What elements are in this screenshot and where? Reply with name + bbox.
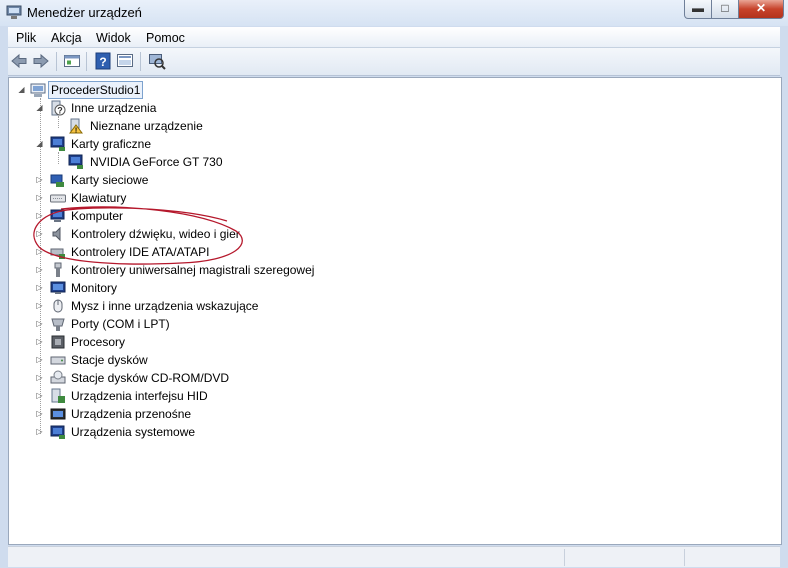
computer-icon xyxy=(50,209,65,222)
network-adapter-icon xyxy=(50,174,64,187)
tree-connector xyxy=(58,152,59,164)
expand-arrow-icon[interactable]: ▷ xyxy=(35,211,44,220)
unknown-device-icon: ? xyxy=(51,100,66,116)
back-icon[interactable] xyxy=(10,52,28,70)
maximize-icon: □ xyxy=(721,1,729,15)
window-title: Menedżer urządzeń xyxy=(27,5,142,20)
category-label: Monitory xyxy=(71,281,118,295)
collapse-arrow-icon[interactable]: ◢ xyxy=(17,85,26,94)
keyboard-icon xyxy=(50,194,66,203)
title-bar[interactable]: Menedżer urządzeń ▬ □ ✕ xyxy=(0,0,788,26)
status-divider xyxy=(684,549,685,566)
category-label: Porty (COM i LPT) xyxy=(71,317,170,331)
toolbar-separator xyxy=(86,52,87,71)
expand-arrow-icon[interactable]: ▷ xyxy=(35,301,44,310)
system-device-icon xyxy=(50,425,65,439)
category-label: Klawiatury xyxy=(71,191,127,205)
port-icon xyxy=(51,318,65,331)
svg-text:!: ! xyxy=(75,128,77,135)
toolbar-separator xyxy=(56,52,57,71)
category-label: Procesory xyxy=(71,335,126,349)
category-label: Kontrolery IDE ATA/ATAPI xyxy=(71,245,210,259)
device-label: Nieznane urządzenie xyxy=(90,119,203,133)
category-label: Urządzenia systemowe xyxy=(71,425,196,439)
expand-arrow-icon[interactable]: ▷ xyxy=(35,175,44,184)
expand-arrow-icon[interactable]: ▷ xyxy=(35,265,44,274)
expand-arrow-icon[interactable]: ▷ xyxy=(35,355,44,364)
display-adapter-icon xyxy=(50,136,65,151)
category-label: Karty graficzne xyxy=(71,137,152,151)
scan-hardware-icon[interactable] xyxy=(148,52,166,70)
expand-arrow-icon[interactable]: ▷ xyxy=(35,409,44,418)
expand-arrow-icon[interactable]: ▷ xyxy=(35,229,44,238)
expand-arrow-icon[interactable]: ▷ xyxy=(35,247,44,256)
category-label: Urządzenia przenośne xyxy=(71,407,192,421)
toolbar-separator xyxy=(140,52,141,71)
category-label: Stacje dysków xyxy=(71,353,148,367)
menu-widok[interactable]: Widok xyxy=(96,31,131,45)
expand-arrow-icon[interactable]: ▷ xyxy=(35,319,44,328)
menu-bar: Plik Akcja Widok Pomoc xyxy=(8,27,780,48)
category-label: Mysz i inne urządzenia wskazujące xyxy=(71,299,259,313)
speaker-icon xyxy=(52,226,61,242)
menu-akcja[interactable]: Akcja xyxy=(51,31,82,45)
collapse-arrow-icon[interactable]: ◢ xyxy=(35,139,44,148)
root-label[interactable]: ProcederStudio1 xyxy=(48,81,144,99)
forward-icon[interactable] xyxy=(32,52,50,70)
status-divider xyxy=(564,549,565,566)
expand-arrow-icon[interactable]: ▷ xyxy=(35,373,44,382)
expand-arrow-icon[interactable]: ▷ xyxy=(35,193,44,202)
ide-controller-icon xyxy=(50,248,65,259)
usb-icon xyxy=(54,262,62,277)
expand-arrow-icon[interactable]: ▷ xyxy=(35,283,44,292)
expand-arrow-icon[interactable]: ▷ xyxy=(35,337,44,346)
expand-arrow-icon[interactable]: ▷ xyxy=(35,427,44,436)
device-label: NVIDIA GeForce GT 730 xyxy=(90,155,223,169)
menu-plik[interactable]: Plik xyxy=(16,31,36,45)
portable-device-icon xyxy=(50,408,66,420)
hid-icon xyxy=(51,388,65,403)
toolbar: ? xyxy=(8,48,780,76)
status-bar xyxy=(8,546,780,567)
svg-text:?: ? xyxy=(99,55,106,69)
minimize-button[interactable]: ▬ xyxy=(684,0,712,19)
maximize-button[interactable]: □ xyxy=(711,0,739,19)
category-label: Stacje dysków CD-ROM/DVD xyxy=(71,371,230,385)
mouse-icon xyxy=(53,299,63,313)
collapse-arrow-icon[interactable]: ◢ xyxy=(35,103,44,112)
category-label: Karty sieciowe xyxy=(71,173,149,187)
menu-pomoc[interactable]: Pomoc xyxy=(146,31,185,45)
category-label: Komputer xyxy=(71,209,124,223)
device-manager-app-icon xyxy=(6,5,22,19)
device-tree[interactable]: ◢ ProcederStudio1 ◢ ? Inne urządzenia ! xyxy=(8,77,782,545)
help-icon[interactable]: ? xyxy=(94,52,112,70)
properties-icon[interactable] xyxy=(63,52,81,70)
expand-arrow-icon[interactable]: ▷ xyxy=(35,391,44,400)
svg-text:?: ? xyxy=(57,106,63,116)
category-label: Kontrolery dźwięku, wideo i gier xyxy=(71,227,240,241)
minimize-icon: ▬ xyxy=(692,1,704,15)
display-settings-icon[interactable] xyxy=(116,52,134,70)
computer-icon xyxy=(30,83,46,97)
monitor-icon xyxy=(50,281,66,294)
tree-connector xyxy=(58,116,59,128)
device-manager-window: Menedżer urządzeń ▬ □ ✕ Plik Akcja Widok… xyxy=(0,0,788,568)
close-icon: ✕ xyxy=(755,1,767,15)
category-label: Inne urządzenia xyxy=(71,101,157,115)
warning-device-icon: ! xyxy=(69,118,83,135)
dvd-drive-icon xyxy=(50,370,66,384)
category-label: Kontrolery uniwersalnej magistrali szere… xyxy=(71,263,315,277)
category-label: Urządzenia interfejsu HID xyxy=(71,389,208,403)
display-adapter-icon xyxy=(68,154,83,169)
close-button[interactable]: ✕ xyxy=(738,0,784,19)
processor-icon xyxy=(51,335,65,349)
disk-drive-icon xyxy=(50,356,66,365)
